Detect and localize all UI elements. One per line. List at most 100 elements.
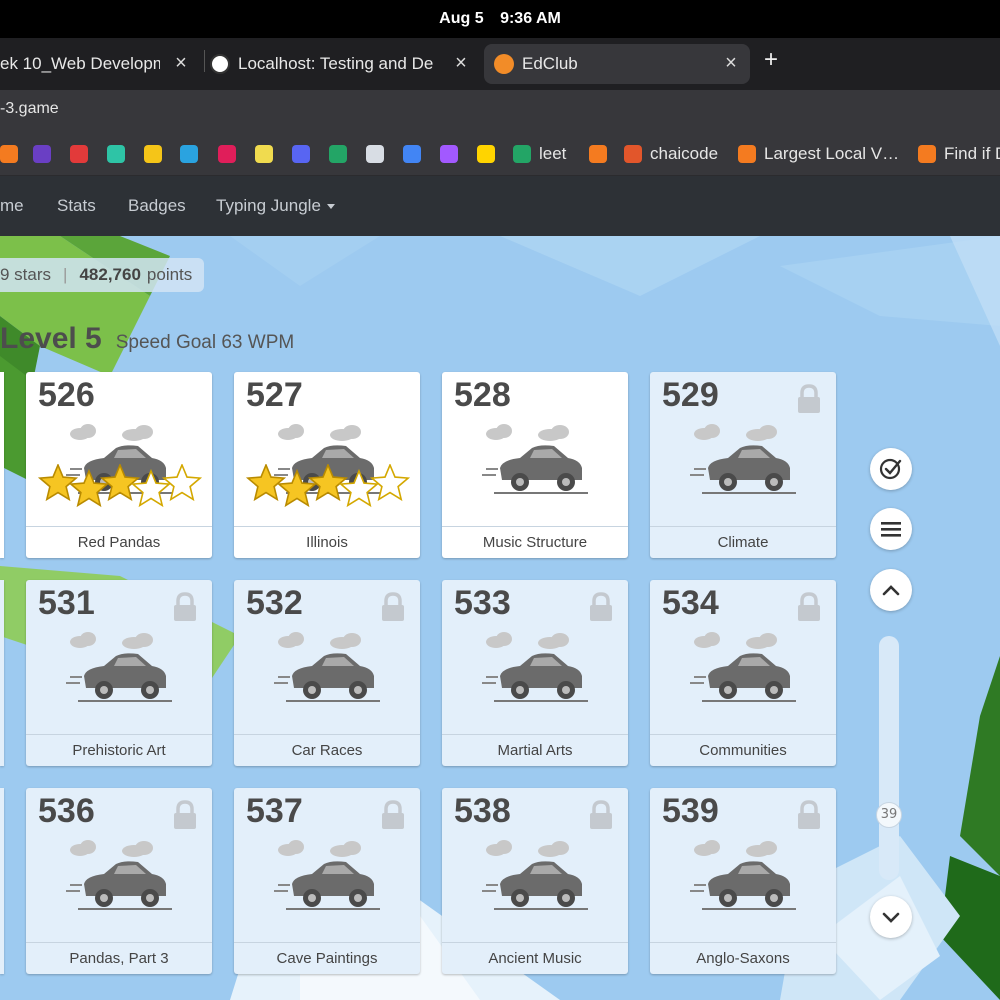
- bookmark-favicon-icon: [918, 145, 936, 163]
- car-icon: [690, 424, 796, 494]
- stars-count: 9 stars: [0, 265, 52, 284]
- nav-home[interactable]: me: [0, 196, 24, 216]
- bookmark-favicon-icon: [477, 145, 495, 163]
- bookmark-label: Find if D: [944, 144, 1000, 163]
- app-navigation: me Stats Badges Typing Jungle: [0, 176, 1000, 236]
- bookmarks-bar: leet chaicode Largest Local V… Find if D: [0, 132, 1000, 176]
- lesson-card[interactable]: 532 Car Races: [234, 580, 420, 766]
- bookmark-item[interactable]: Largest Local V…: [738, 144, 899, 164]
- scroll-down-button[interactable]: [870, 896, 912, 938]
- lock-icon: [382, 592, 404, 621]
- bookmark-favicon-icon: [440, 145, 458, 163]
- tab-web-development[interactable]: ek 10_Web Developm ×: [0, 44, 200, 84]
- close-icon[interactable]: ×: [450, 52, 472, 75]
- lock-icon: [174, 800, 196, 829]
- lesson-number: 536: [38, 792, 95, 830]
- lesson-card[interactable]: 528 Music Structure: [442, 372, 628, 558]
- bookmark-item[interactable]: [329, 144, 355, 164]
- bookmark-item[interactable]: [180, 144, 206, 164]
- bookmark-item[interactable]: Find if D: [918, 144, 1000, 164]
- check-progress-button[interactable]: [870, 448, 912, 490]
- bookmark-item[interactable]: [366, 144, 392, 164]
- bookmark-item[interactable]: [255, 144, 281, 164]
- partial-lesson-card[interactable]: [0, 372, 4, 558]
- stats-divider: |: [63, 265, 68, 284]
- url-text[interactable]: -3.game: [0, 100, 59, 118]
- bookmark-item[interactable]: [292, 144, 318, 164]
- lesson-title: Pandas, Part 3: [26, 942, 212, 974]
- locked-indicator: [796, 800, 822, 834]
- bookmark-item[interactable]: [440, 144, 466, 164]
- lesson-card[interactable]: 526 Red Pandas: [26, 372, 212, 558]
- bookmark-item[interactable]: leet: [513, 144, 566, 164]
- lesson-title: Music Structure: [442, 526, 628, 558]
- browser-tab-bar: ek 10_Web Developm × Localhost: Testing …: [0, 38, 1000, 90]
- empty-star-icon: [130, 468, 172, 508]
- partial-lesson-card[interactable]: [0, 788, 4, 974]
- lesson-illustration: [272, 836, 382, 922]
- bookmark-item[interactable]: [477, 144, 503, 164]
- address-bar[interactable]: -3.game: [0, 90, 1000, 132]
- check-circle-icon: [879, 458, 902, 480]
- lesson-title: Cave Paintings: [234, 942, 420, 974]
- lesson-card[interactable]: 527 Illinois: [234, 372, 420, 558]
- tab-title: ek 10_Web Developm: [0, 54, 160, 73]
- bookmark-item[interactable]: chaicode: [624, 144, 718, 164]
- bookmark-favicon-icon: [218, 145, 236, 163]
- partial-lesson-card[interactable]: [0, 580, 4, 766]
- bookmark-item[interactable]: [403, 144, 429, 164]
- bookmark-favicon-icon: [70, 145, 88, 163]
- level-scroll-track[interactable]: [879, 636, 899, 880]
- car-icon: [274, 632, 380, 702]
- menu-button[interactable]: [870, 508, 912, 550]
- bookmark-item[interactable]: [70, 144, 96, 164]
- lesson-illustration: [688, 628, 798, 714]
- lesson-card[interactable]: 533 Martial Arts: [442, 580, 628, 766]
- lesson-card[interactable]: 531 Prehistoric Art: [26, 580, 212, 766]
- lesson-card[interactable]: 536 Pandas, Part 3: [26, 788, 212, 974]
- lesson-card[interactable]: 529 Climate: [650, 372, 836, 558]
- lesson-title: Prehistoric Art: [26, 734, 212, 766]
- bookmark-favicon-icon: [180, 145, 198, 163]
- tab-edclub[interactable]: EdClub ×: [484, 44, 750, 84]
- nav-typing-jungle[interactable]: Typing Jungle: [216, 196, 335, 216]
- lesson-card[interactable]: 538 Ancient Music: [442, 788, 628, 974]
- close-icon[interactable]: ×: [720, 52, 742, 75]
- bookmark-item[interactable]: [218, 144, 244, 164]
- nav-badges[interactable]: Badges: [128, 196, 186, 216]
- new-tab-button[interactable]: +: [764, 46, 778, 74]
- bookmark-favicon-icon: [624, 145, 642, 163]
- points-label: points: [146, 265, 193, 284]
- locked-indicator: [588, 800, 614, 834]
- lesson-title: Anglo-Saxons: [650, 942, 836, 974]
- bookmark-favicon-icon: [144, 145, 162, 163]
- bookmark-item[interactable]: [144, 144, 170, 164]
- system-date: Aug 5: [439, 10, 484, 27]
- scroll-up-button[interactable]: [870, 569, 912, 611]
- tab-localhost[interactable]: Localhost: Testing and De ×: [210, 44, 480, 84]
- lesson-card[interactable]: 534 Communities: [650, 580, 836, 766]
- bookmark-favicon-icon: [589, 145, 607, 163]
- level-scroll-thumb[interactable]: 39: [876, 802, 902, 828]
- lesson-card[interactable]: 539 Anglo-Saxons: [650, 788, 836, 974]
- lesson-title: Climate: [650, 526, 836, 558]
- car-icon: [482, 840, 588, 910]
- stats-summary: 9 stars | 482,760 points: [0, 258, 205, 292]
- bookmark-item[interactable]: [33, 144, 59, 164]
- tab-divider: [204, 50, 205, 72]
- level-title: Level 5: [0, 322, 102, 355]
- close-icon[interactable]: ×: [170, 52, 192, 75]
- bookmark-favicon-icon: [366, 145, 384, 163]
- lesson-illustration: [688, 420, 798, 506]
- bookmark-item[interactable]: [589, 144, 615, 164]
- lock-icon: [798, 384, 820, 413]
- bookmark-favicon-icon: [738, 145, 756, 163]
- lesson-card[interactable]: 537 Cave Paintings: [234, 788, 420, 974]
- nav-stats[interactable]: Stats: [57, 196, 96, 216]
- lock-icon: [590, 592, 612, 621]
- bookmark-label: Largest Local V…: [764, 144, 900, 163]
- bookmark-item[interactable]: [107, 144, 133, 164]
- lesson-title: Martial Arts: [442, 734, 628, 766]
- bookmark-label: leet: [539, 144, 567, 163]
- bookmark-item[interactable]: [0, 144, 26, 164]
